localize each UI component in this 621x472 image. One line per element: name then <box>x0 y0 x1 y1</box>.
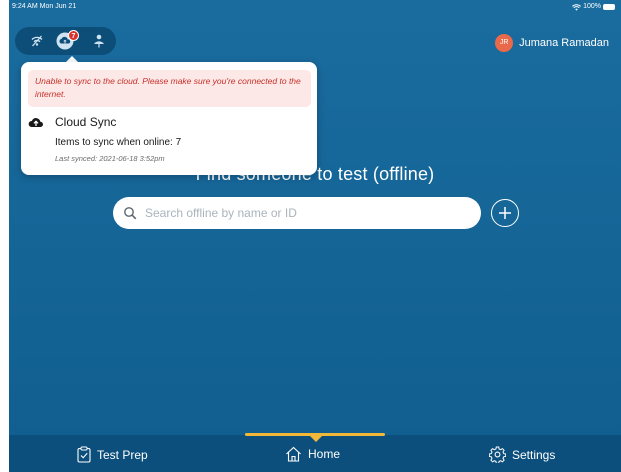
plus-icon <box>499 207 511 219</box>
app-screen: 9:24 AM Mon Jun 21 100% 7 JR Jumana Rama… <box>9 0 621 472</box>
bottom-nav: Test Prep Home Settings <box>9 433 621 472</box>
tab-label: Test Prep <box>97 447 148 462</box>
sync-error-message: Unable to sync to the cloud. Please make… <box>28 70 311 107</box>
battery-icon <box>603 4 615 10</box>
active-tab-notch <box>309 435 323 442</box>
status-time-date: 9:24 AM Mon Jun 21 <box>12 0 76 14</box>
connection-toolbar: 7 <box>15 27 116 55</box>
clipboard-check-icon <box>77 446 91 463</box>
wifi-off-icon[interactable] <box>27 31 47 51</box>
search-icon <box>124 207 137 220</box>
add-person-button[interactable] <box>491 199 519 227</box>
user-profile[interactable]: JR Jumana Ramadan <box>495 34 609 52</box>
battery-percent: 100% <box>583 3 601 10</box>
search-bar[interactable] <box>113 197 481 229</box>
sync-title: Cloud Sync <box>55 115 117 129</box>
tab-test-prep[interactable]: Test Prep <box>77 446 148 463</box>
wifi-icon <box>572 3 582 11</box>
status-time: 9:24 AM <box>12 3 38 10</box>
status-date: Mon Jun 21 <box>39 3 77 10</box>
home-icon <box>286 446 301 462</box>
user-name: Jumana Ramadan <box>519 37 609 49</box>
avatar: JR <box>495 34 514 52</box>
tab-settings[interactable]: Settings <box>489 446 555 463</box>
sync-items-count: Items to sync when online: 7 <box>55 137 182 148</box>
gear-icon <box>489 446 506 463</box>
cloud-sync-popover: Unable to sync to the cloud. Please make… <box>21 62 317 175</box>
sync-count-badge: 7 <box>68 30 79 41</box>
search-input[interactable] <box>145 206 445 220</box>
tab-home[interactable]: Home <box>285 446 340 462</box>
tab-label: Home <box>308 447 341 461</box>
cloud-upload-icon <box>28 118 44 127</box>
person-icon[interactable] <box>89 31 109 51</box>
status-right: 100% <box>572 0 615 14</box>
tab-label: Settings <box>512 447 556 462</box>
status-bar: 9:24 AM Mon Jun 21 100% <box>9 0 621 14</box>
last-synced: Last synced: 2021-06-18 3:52pm <box>55 154 165 163</box>
